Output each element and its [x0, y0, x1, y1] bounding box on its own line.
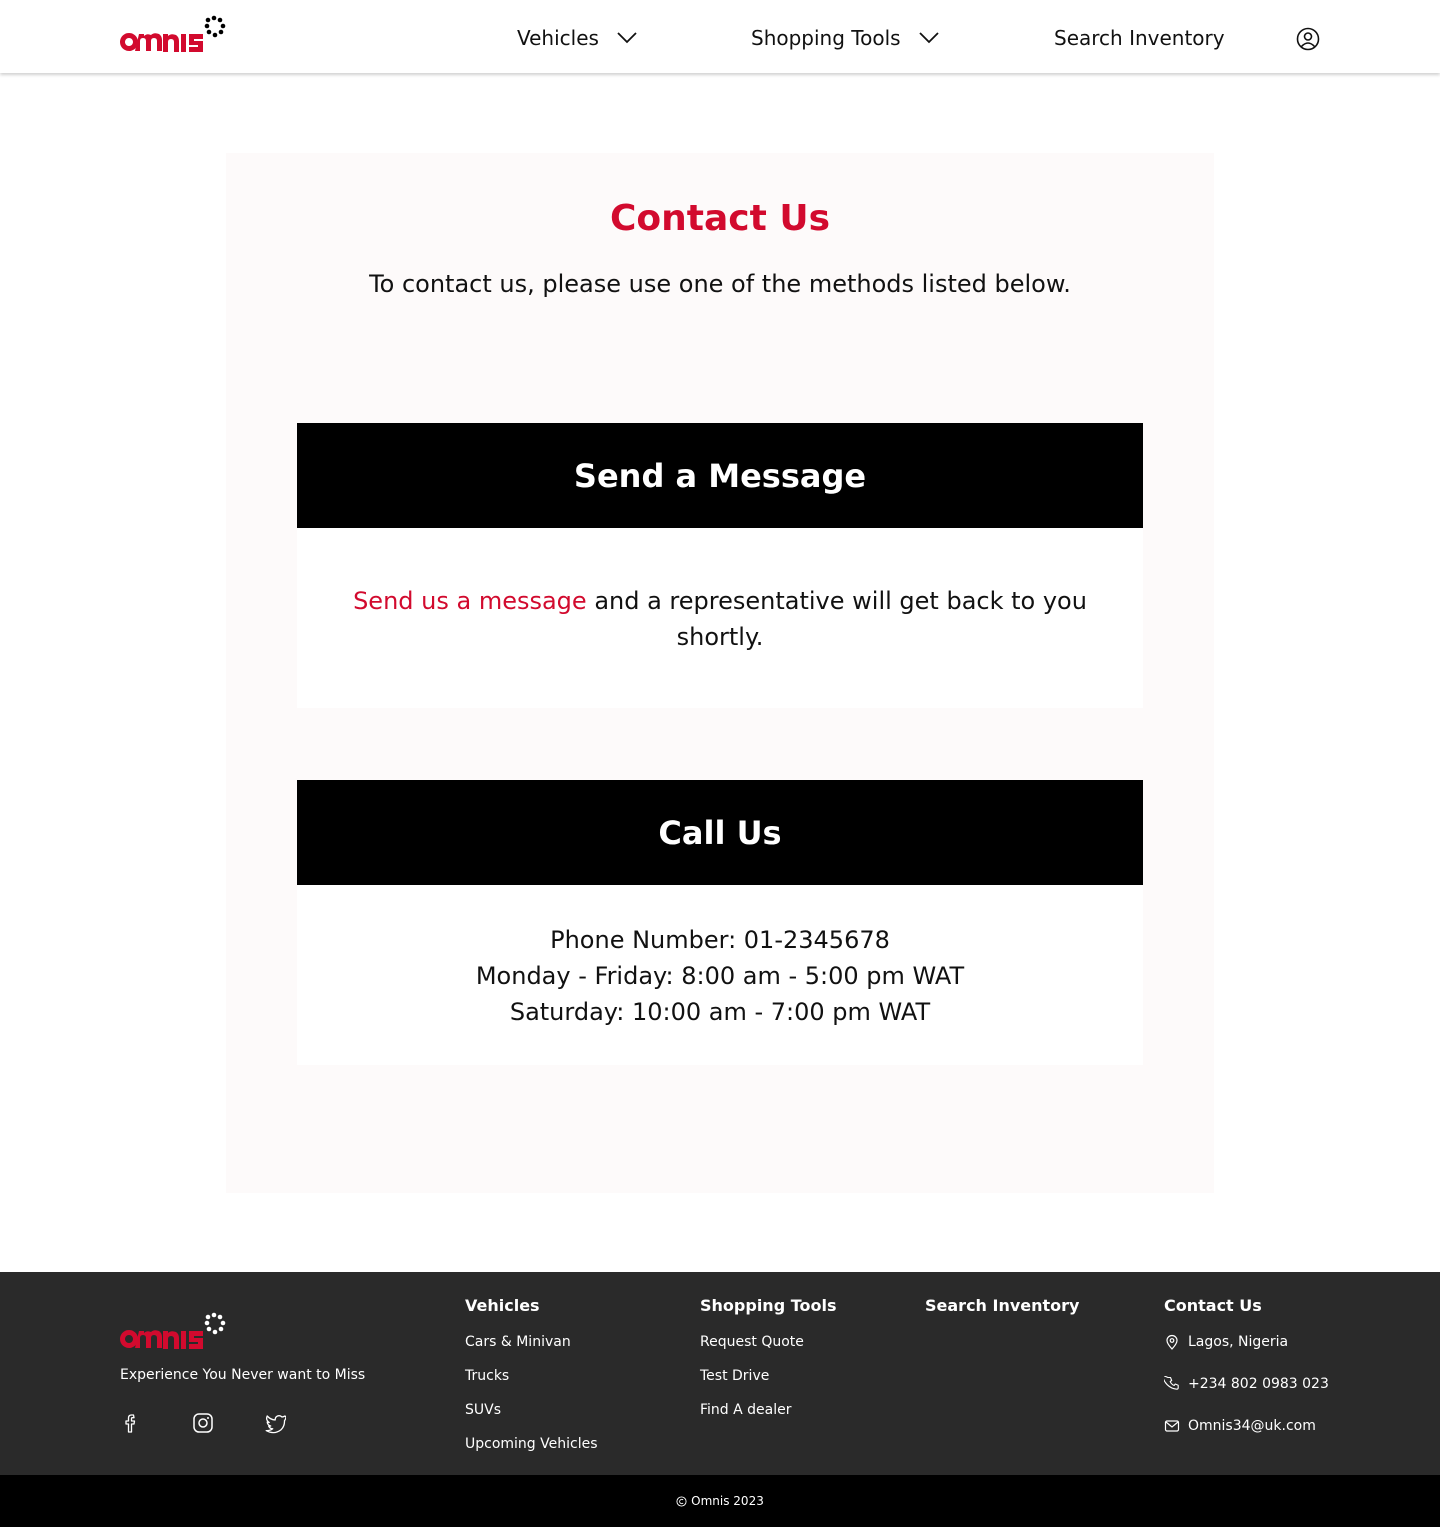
nav-vehicles[interactable]: Vehicles — [517, 24, 637, 52]
footer-contact-phone-text: +234 802 0983 023 — [1188, 1376, 1329, 1392]
copyright-text: Omnis 2023 — [691, 1494, 764, 1508]
footer-contact-heading: Contact Us — [1164, 1296, 1262, 1315]
footer-link-upcoming-vehicles[interactable]: Upcoming Vehicles — [465, 1436, 598, 1452]
footer-link-find-dealer[interactable]: Find A dealer — [700, 1402, 792, 1418]
footer-contact-email[interactable]: Omnis34@uk.com — [1164, 1418, 1316, 1434]
call-us-heading: Call Us — [297, 780, 1143, 885]
footer-tagline: Experience You Never want to Miss — [120, 1367, 366, 1383]
omnis-logo[interactable] — [119, 1312, 227, 1350]
footer-link-request-quote[interactable]: Request Quote — [700, 1334, 804, 1350]
copyright-icon — [676, 1495, 687, 1507]
user-circle-icon[interactable] — [1296, 27, 1320, 51]
nav-search-inventory[interactable]: Search Inventory — [1054, 24, 1225, 52]
footer-contact-location-text: Lagos, Nigeria — [1188, 1334, 1289, 1350]
location-pin-icon — [1166, 1334, 1178, 1350]
send-message-text: Send us a message and a representative w… — [337, 583, 1103, 655]
omnis-logo[interactable] — [119, 15, 227, 53]
weekday-hours-line: Monday - Friday: 8:00 am - 5:00 pm WAT — [475, 962, 965, 990]
mail-icon — [1164, 1420, 1180, 1432]
nav-shopping-tools-label: Shopping Tools — [751, 26, 901, 50]
send-message-heading: Send a Message — [297, 423, 1143, 528]
phone-number-line: Phone Number: 01-2345678 — [550, 926, 890, 954]
nav-shopping-tools[interactable]: Shopping Tools — [751, 24, 939, 52]
footer-link-test-drive[interactable]: Test Drive — [700, 1368, 769, 1384]
footer-vehicles-heading: Vehicles — [465, 1296, 540, 1315]
facebook-icon[interactable] — [120, 1412, 142, 1434]
nav-search-inventory-label: Search Inventory — [1054, 26, 1225, 50]
footer-search-inventory-heading[interactable]: Search Inventory — [925, 1296, 1079, 1315]
nav-vehicles-label: Vehicles — [517, 26, 599, 50]
footer-contact-phone[interactable]: +234 802 0983 023 — [1164, 1376, 1329, 1392]
chevron-down-icon — [918, 32, 939, 44]
instagram-icon[interactable] — [192, 1412, 214, 1434]
send-message-panel: Send a Message Send us a message and a r… — [297, 423, 1143, 708]
footer-shopping-tools-heading: Shopping Tools — [700, 1296, 837, 1315]
copyright-bar: Omnis 2023 — [0, 1475, 1440, 1527]
footer-link-trucks[interactable]: Trucks — [465, 1368, 509, 1384]
call-us-panel: Call Us Phone Number: 01-2345678 Monday … — [297, 780, 1143, 1065]
send-message-body: and a representative will get back to yo… — [586, 587, 1087, 651]
saturday-hours-line: Saturday: 10:00 am - 7:00 pm WAT — [509, 998, 931, 1026]
top-navbar: Vehicles Shopping Tools Search Inventory — [0, 0, 1440, 73]
chevron-down-icon — [617, 32, 637, 44]
send-message-link[interactable]: Send us a message — [353, 587, 587, 615]
twitter-icon[interactable] — [264, 1412, 286, 1434]
page-subtitle: To contact us, please use one of the met… — [369, 270, 1071, 298]
footer-contact-email-text: Omnis34@uk.com — [1188, 1418, 1316, 1434]
phone-icon — [1164, 1376, 1179, 1390]
page-title: Contact Us — [609, 198, 831, 239]
footer-link-suvs[interactable]: SUVs — [465, 1402, 501, 1418]
footer-link-cars-minivan[interactable]: Cars & Minivan — [465, 1334, 571, 1350]
call-us-details: Phone Number: 01-2345678 Monday - Friday… — [297, 922, 1143, 1030]
footer-contact-location: Lagos, Nigeria — [1164, 1334, 1288, 1350]
footer: Experience You Never want to Miss Vehicl… — [0, 1272, 1440, 1475]
